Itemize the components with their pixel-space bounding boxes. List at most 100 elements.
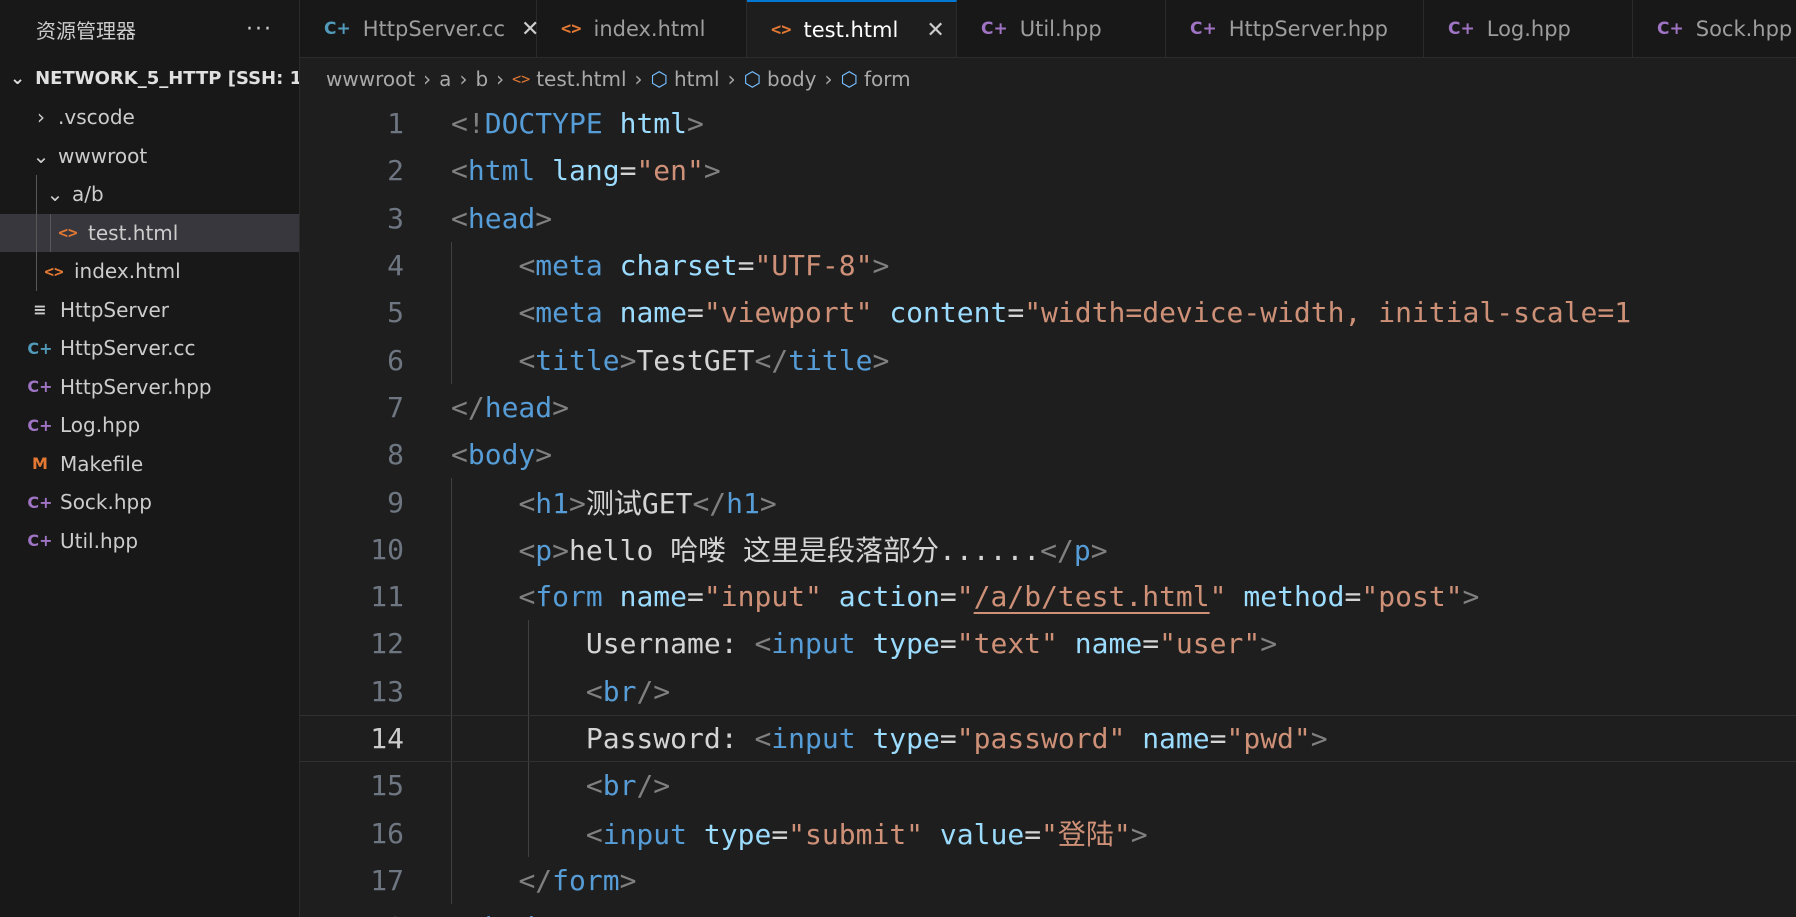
tab-sock-hpp[interactable]: C+ Sock.hpp (1633, 0, 1796, 57)
text-file-icon: ≡ (33, 300, 47, 320)
cpp-file-icon: C+ (324, 19, 351, 39)
line-number: 13 (370, 674, 404, 708)
tree-item-label: test.html (88, 220, 179, 245)
html-file-icon: <> (44, 261, 64, 281)
chevron-right-icon: › (37, 105, 45, 130)
html-file-icon: <> (512, 70, 531, 88)
html-file-icon: <> (771, 20, 792, 40)
makefile-icon: M (32, 454, 48, 474)
tree-item-httpserver[interactable]: ≡ HttpServer (0, 291, 299, 330)
tree-item-label: Log.hpp (60, 413, 141, 438)
code-line: 8 <body> (300, 431, 1796, 478)
breadcrumb-item[interactable]: b (475, 67, 488, 91)
workspace-root-folder[interactable]: ⌄ NETWORK_5_HTTP [SSH: 1... (0, 58, 299, 98)
breadcrumb-item[interactable]: html (674, 67, 720, 91)
breadcrumb-item[interactable]: wwwroot (326, 67, 415, 91)
code-line: 2 <html lang="en"> (300, 147, 1796, 194)
cube-icon: ⬡ (840, 67, 858, 91)
code-line: 1 <!DOCTYPE html> (300, 100, 1796, 147)
code-content: <br/> (585, 769, 671, 803)
line-number: 6 (387, 343, 404, 377)
chevron-down-icon: ⌄ (10, 67, 26, 89)
line-number: 18 (300, 911, 404, 917)
explorer-header: 资源管理器 ··· (0, 0, 299, 58)
tree-item-a-b[interactable]: ⌄ a/b (0, 175, 299, 214)
code-line: 18 </body> (300, 904, 1796, 917)
tree-item-httpserver-cc[interactable]: C+ HttpServer.cc (0, 329, 299, 368)
breadcrumb-item[interactable]: test.html (536, 67, 626, 91)
tree-item-sock-hpp[interactable]: C+ Sock.hpp (0, 483, 299, 522)
code-line: 10 <p>hello 哈喽 这里是段落部分......</p> (300, 525, 1796, 573)
code-content: <meta charset="UTF-8"> (518, 249, 890, 283)
code-content: <input type="submit" value="登陆"> (585, 818, 1148, 852)
breadcrumb-item[interactable]: form (864, 67, 911, 91)
chevron-right-icon: › (824, 67, 833, 91)
chevron-right-icon: › (496, 67, 505, 91)
tab-label: test.html (803, 18, 899, 42)
tree-item-test-html[interactable]: <> test.html (0, 213, 299, 252)
tree-item-label: HttpServer.cc (60, 336, 196, 361)
cpp-file-icon: C+ (27, 492, 53, 512)
breadcrumb-item[interactable]: a (439, 67, 451, 91)
tree-item-label: HttpServer.hpp (60, 374, 212, 399)
tree-item-vscode[interactable]: › .vscode (0, 98, 299, 137)
tab-httpserver-hpp[interactable]: C+ HttpServer.hpp (1166, 0, 1424, 57)
code-line: 5 <meta name="viewport" content="width=d… (300, 289, 1796, 337)
code-content: Username: <input type="text" name="user"… (585, 627, 1278, 661)
indent-guide (36, 213, 37, 252)
code-content: <meta name="viewport" content="width=dev… (518, 296, 1632, 330)
tab-log-hpp[interactable]: C+ Log.hpp (1424, 0, 1633, 57)
chevron-right-icon: › (423, 67, 432, 91)
breadcrumb: wwwroot › a › b › <> test.html › ⬡ html … (300, 58, 1796, 100)
tab-util-hpp[interactable]: C+ Util.hpp (957, 0, 1166, 57)
code-content: <html lang="en"> (451, 154, 721, 188)
indent-guide (50, 213, 51, 252)
code-content: <br/> (585, 674, 671, 708)
breadcrumb-item[interactable]: body (767, 67, 816, 91)
code-line-current: 14 Password: <input type="password" name… (300, 714, 1796, 763)
tree-item-index-html[interactable]: <> index.html (0, 252, 299, 291)
code-line: 15 <br/> (300, 762, 1796, 810)
line-number: 3 (387, 201, 404, 235)
tree-item-label: Makefile (60, 451, 144, 476)
tree-item-httpserver-hpp[interactable]: C+ HttpServer.hpp (0, 368, 299, 407)
line-number: 2 (387, 154, 404, 188)
tab-test-html[interactable]: <> test.html ✕ (747, 0, 957, 57)
line-number: 5 (387, 296, 404, 330)
tab-label: Util.hpp (1019, 17, 1102, 41)
code-editor[interactable]: 1 <!DOCTYPE html> 2 <html lang="en"> 3 <… (300, 100, 1796, 917)
more-actions-icon[interactable]: ··· (246, 17, 273, 42)
line-number: 8 (387, 438, 404, 472)
code-line: 7 </head> (300, 384, 1796, 431)
indent-guide (36, 175, 37, 214)
tab-index-html[interactable]: <> index.html (537, 0, 747, 57)
tab-label: Sock.hpp (1695, 17, 1793, 41)
indent-guide (36, 252, 37, 291)
tree-item-label: Sock.hpp (60, 490, 152, 515)
tree-item-makefile[interactable]: M Makefile (0, 445, 299, 484)
tree-item-log-hpp[interactable]: C+ Log.hpp (0, 406, 299, 445)
tab-httpserver-cc[interactable]: C+ HttpServer.cc ✕ (300, 0, 539, 57)
code-content: <h1>测试GET</h1> (518, 487, 777, 521)
chevron-right-icon: › (634, 67, 643, 91)
line-number: 15 (370, 769, 404, 803)
code-content: <!DOCTYPE html> (451, 107, 704, 141)
chevron-down-icon: ⌄ (32, 143, 50, 168)
tree-item-util-hpp[interactable]: C+ Util.hpp (0, 522, 299, 561)
editor-tabs: C+ HttpServer.cc ✕ <> index.html <> test… (300, 0, 1796, 58)
code-content: <title>TestGET</title> (518, 343, 890, 377)
tree-item-wwwroot[interactable]: ⌄ wwwroot (0, 137, 299, 176)
line-number: 16 (370, 816, 404, 850)
close-icon[interactable]: ✕ (926, 18, 944, 43)
chevron-right-icon: › (459, 67, 468, 91)
cube-icon: ⬡ (743, 67, 762, 91)
code-line: 6 <title>TestGET</title> (300, 336, 1796, 384)
cpp-file-icon: C+ (27, 531, 53, 551)
tab-label: HttpServer.cc (362, 17, 506, 41)
code-content: <p>hello 哈喽 这里是段落部分......</p> (518, 534, 1108, 568)
explorer-sidebar: 资源管理器 ··· ⌄ NETWORK_5_HTTP [SSH: 1... › … (0, 0, 300, 917)
tree-item-label: Util.hpp (60, 528, 139, 553)
tab-label: index.html (593, 17, 706, 41)
chevron-down-icon: ⌄ (46, 182, 64, 207)
code-content: <head> (451, 201, 553, 235)
